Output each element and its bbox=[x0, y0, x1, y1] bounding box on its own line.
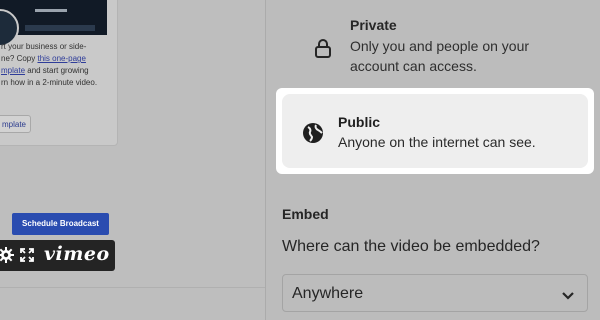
preview-link-one-page[interactable]: this one-page bbox=[37, 54, 85, 63]
privacy-option-public[interactable]: Public Anyone on the internet can see. bbox=[282, 94, 588, 168]
embed-heading: Embed bbox=[282, 206, 329, 222]
gear-icon[interactable] bbox=[0, 247, 14, 268]
preview-link-template[interactable]: mplate bbox=[1, 66, 25, 75]
privacy-private-title: Private bbox=[350, 17, 397, 33]
thumbnail-banner bbox=[35, 9, 67, 12]
settings-panel: Private Only you and people on your acco… bbox=[266, 0, 600, 320]
vimeo-logo[interactable]: vimeo bbox=[44, 243, 110, 265]
privacy-public-description: Anyone on the internet can see. bbox=[338, 134, 536, 150]
globe-icon bbox=[302, 122, 324, 149]
embed-select-value: Anywhere bbox=[292, 285, 364, 302]
use-template-button[interactable]: mplate bbox=[0, 115, 31, 133]
preview-description: rt your business or side- ne? Copy this … bbox=[1, 41, 107, 89]
video-preview-area: rt your business or side- ne? Copy this … bbox=[0, 0, 265, 320]
video-player-controls: vimeo bbox=[0, 240, 115, 271]
privacy-private-description: Only you and people on your account can … bbox=[350, 38, 530, 74]
lock-icon bbox=[314, 38, 332, 63]
divider-line bbox=[0, 287, 265, 288]
fullscreen-icon[interactable] bbox=[20, 248, 34, 267]
embed-location-select[interactable]: Anywhere bbox=[282, 274, 588, 312]
privacy-option-public-highlight: Public Anyone on the internet can see. bbox=[276, 88, 594, 174]
privacy-public-title: Public bbox=[338, 114, 381, 130]
chevron-down-icon bbox=[561, 288, 575, 306]
video-frame: rt your business or side- ne? Copy this … bbox=[0, 0, 118, 146]
privacy-option-private[interactable]: Private Only you and people on your acco… bbox=[280, 4, 594, 82]
embed-question-label: Where can the video be embedded? bbox=[282, 238, 540, 255]
schedule-broadcast-button[interactable]: Schedule Broadcast bbox=[12, 213, 109, 235]
thumbnail-bar bbox=[25, 25, 95, 31]
